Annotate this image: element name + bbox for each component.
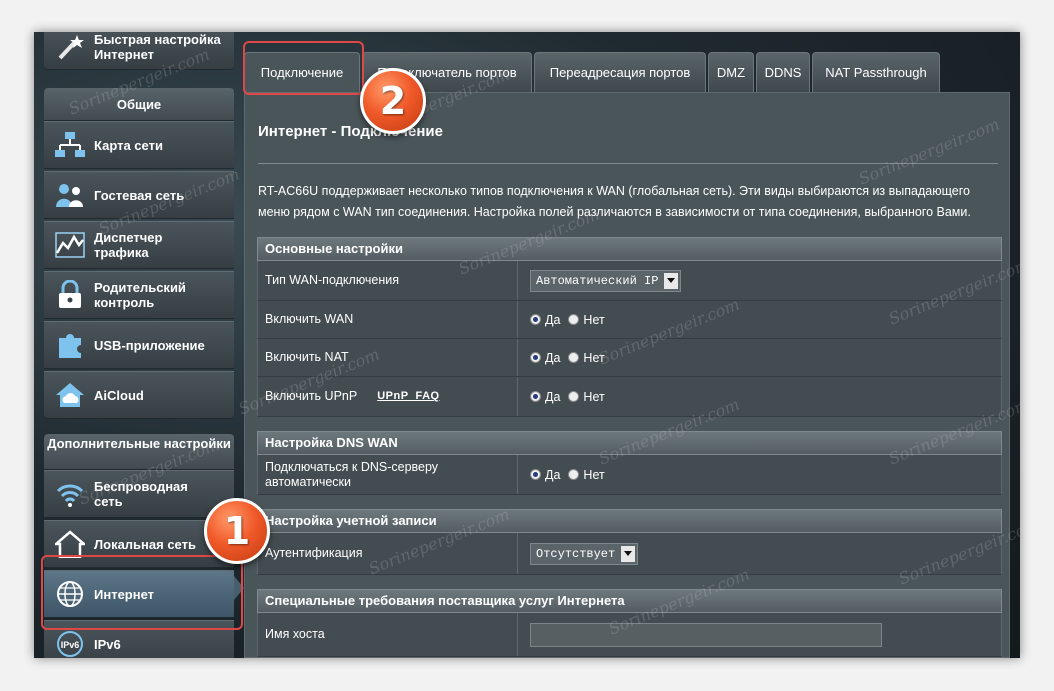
step-badge-1: 1 <box>204 498 270 564</box>
row-auto-dns: Подключаться к DNS-серверу автоматически… <box>257 455 1002 495</box>
section-account-settings: Настройка учетной записи <box>257 509 1002 533</box>
enable-wan-label: Включить WAN <box>258 301 518 338</box>
sidebar-item-guest-network[interactable]: Гостевая сеть <box>44 171 234 219</box>
section-basic-settings: Основные настройки <box>257 237 1002 261</box>
highlight-internet-item <box>41 555 243 630</box>
sidebar-item-label: Родительский контроль <box>94 280 186 310</box>
auto-dns-no-radio[interactable]: Нет <box>568 468 605 482</box>
highlight-connection-tab <box>243 41 364 95</box>
enable-wan-yes-radio[interactable]: Да <box>530 313 560 327</box>
sidebar-header-general: Общие <box>44 88 234 121</box>
svg-text:IPv6: IPv6 <box>61 640 80 650</box>
hostname-input[interactable] <box>530 622 882 647</box>
authentication-value: Отсутствует <box>536 546 616 561</box>
lock-icon <box>50 275 90 315</box>
enable-nat-yes-radio[interactable]: Да <box>530 351 560 365</box>
tab-ddns[interactable]: DDNS <box>756 52 810 92</box>
cloud-icon <box>50 375 90 415</box>
authentication-label: Аутентификация <box>258 533 518 574</box>
network-map-icon <box>50 125 90 165</box>
enable-nat-label: Включить NAT <box>258 339 518 376</box>
row-enable-wan: Включить WAN Да Нет <box>257 301 1002 339</box>
row-enable-upnp: Включить UPnP UPnP FAQ Да Нет <box>257 377 1002 417</box>
sidebar-item-network-map[interactable]: Карта сети <box>44 121 234 169</box>
sidebar-item-label: AiCloud <box>94 387 144 403</box>
step-badge-2: 2 <box>360 68 426 134</box>
sidebar-item-label: Быстрая настройка Интернет <box>94 32 221 62</box>
sidebar-item-parental-control[interactable]: Родительский контроль <box>44 271 234 319</box>
row-authentication: Аутентификация Отсутствует <box>257 533 1002 575</box>
page-title: Интернет - Подключение <box>258 123 443 140</box>
enable-upnp-label: Включить UPnP <box>265 389 358 403</box>
sidebar-item-label: Диспетчер трафика <box>94 230 163 260</box>
sidebar-item-label: Гостевая сеть <box>94 187 185 203</box>
wifi-icon <box>50 474 90 514</box>
puzzle-icon <box>50 325 90 365</box>
hostname-label: Имя хоста <box>258 613 518 656</box>
enable-nat-no-radio[interactable]: Нет <box>568 351 605 365</box>
guest-network-icon <box>50 175 90 215</box>
authentication-select[interactable]: Отсутствует <box>530 542 639 565</box>
sidebar-item-aicloud[interactable]: AiCloud <box>44 371 234 419</box>
auto-dns-label: Подключаться к DNS-серверу автоматически <box>258 455 518 494</box>
section-dns-wan: Настройка DNS WAN <box>257 431 1002 455</box>
row-hostname: Имя хоста <box>257 613 1002 657</box>
tab-port-forwarding[interactable]: Переадресация портов <box>534 52 706 92</box>
screenshot-stage: Быстрая настройка Интернет Общие Карта с… <box>0 0 1054 691</box>
sidebar-item-label: USB-приложение <box>94 337 205 353</box>
enable-wan-no-radio[interactable]: Нет <box>568 313 605 327</box>
enable-upnp-yes-radio[interactable]: Да <box>530 390 560 404</box>
wan-type-label: Тип WAN-подключения <box>258 261 518 300</box>
enable-upnp-no-radio[interactable]: Нет <box>568 390 605 404</box>
wan-type-select[interactable]: Автоматический IP <box>530 269 682 292</box>
section-isp-requirements: Специальные требования поставщика услуг … <box>257 589 1002 613</box>
traffic-manager-icon <box>50 225 90 265</box>
sidebar-item-usb-application[interactable]: USB-приложение <box>44 321 234 369</box>
sidebar-item-label: Беспроводная сеть <box>94 479 188 509</box>
wan-type-value: Автоматический IP <box>536 273 659 288</box>
sidebar-item-label: IPv6 <box>94 636 121 652</box>
row-enable-nat: Включить NAT Да Нет <box>257 339 1002 377</box>
tab-nat-passthrough[interactable]: NAT Passthrough <box>812 52 940 92</box>
main-panel: Интернет - Подключение RT-AC66U поддержи… <box>244 92 1010 658</box>
magic-wand-icon <box>50 32 90 67</box>
tab-dmz[interactable]: DMZ <box>708 52 754 92</box>
divider <box>258 163 998 164</box>
sidebar-item-label: Локальная сеть <box>94 536 196 552</box>
sidebar-item-label: Карта сети <box>94 137 163 153</box>
sidebar-item-wireless[interactable]: Беспроводная сеть <box>44 470 234 518</box>
sidebar-header-advanced: Дополнительные настройки <box>44 434 234 470</box>
chevron-down-icon <box>664 272 679 289</box>
page-description: RT-AC66U поддерживает несколько типов по… <box>258 184 971 219</box>
sidebar-item-traffic-manager[interactable]: Диспетчер трафика <box>44 221 234 269</box>
upnp-faq-link[interactable]: UPnP FAQ <box>377 389 439 404</box>
row-wan-type: Тип WAN-подключения Автоматический IP <box>257 261 1002 301</box>
auto-dns-yes-radio[interactable]: Да <box>530 468 560 482</box>
sidebar-item-quick-setup[interactable]: Быстрая настройка Интернет <box>44 32 234 70</box>
chevron-down-icon <box>621 545 636 562</box>
